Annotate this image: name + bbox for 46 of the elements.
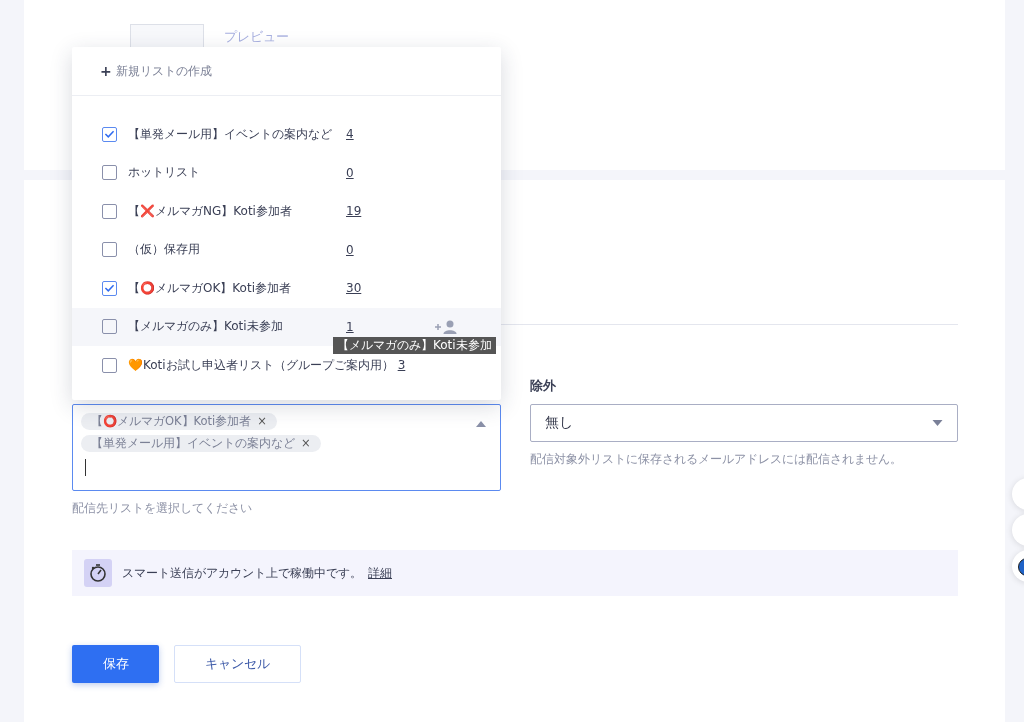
create-list-button[interactable]: + 新規リストの作成 <box>72 47 501 96</box>
list-option[interactable]: ホットリスト 0 <box>72 153 501 192</box>
add-person-icon[interactable] <box>434 318 458 335</box>
caret-down-icon <box>932 420 943 426</box>
details-link[interactable]: 詳細 <box>368 564 392 582</box>
help-text: 配信先リストを選択してください <box>72 501 253 516</box>
cancel-button[interactable]: キャンセル <box>174 645 301 683</box>
remove-tag-button[interactable]: × <box>257 414 267 429</box>
list-name: 【メルマガのみ】Koti未参加 <box>128 318 284 336</box>
list-name: 【単発メール用】イベントの案内など <box>128 125 333 143</box>
list-option[interactable]: （仮）保存用 0 <box>72 230 501 269</box>
list-option[interactable]: 【❌メルマガNG】Koti参加者 19 <box>72 192 501 231</box>
list-select-field[interactable]: 【⭕メルマガOK】Koti参加者 × 【単発メール用】イベントの案内など × <box>72 404 501 491</box>
count-link[interactable]: 30 <box>346 281 362 296</box>
list-option[interactable]: 【⭕メルマガOK】Koti参加者 30 <box>72 269 501 308</box>
list-option[interactable]: 【単発メール用】イベントの案内など 4 <box>72 115 501 154</box>
checkbox[interactable] <box>102 165 117 181</box>
count-link[interactable]: 19 <box>346 204 362 219</box>
save-button[interactable]: 保存 <box>72 645 159 683</box>
checkbox[interactable] <box>102 242 117 258</box>
count-link[interactable]: 3 <box>397 358 406 373</box>
tag-label: 【単発メール用】イベントの案内など <box>91 436 295 451</box>
list-name: ホットリスト <box>128 164 201 182</box>
remove-tag-button[interactable]: × <box>301 436 311 451</box>
help-text: 配信対象外リストに保存されるメールアドレスには配信されません。 <box>530 452 903 467</box>
checkbox[interactable] <box>102 280 117 296</box>
checkbox[interactable] <box>102 357 117 373</box>
info-text: スマート送信がアカウント上で稼働中です。 <box>122 564 362 582</box>
list-name: 【❌メルマガNG】Koti参加者 <box>128 202 293 220</box>
count-link[interactable]: 4 <box>346 127 354 142</box>
caret-up-icon <box>476 421 486 427</box>
tooltip: 【メルマガのみ】Koti未参加 <box>333 337 496 354</box>
count-link[interactable]: 0 <box>346 165 354 180</box>
checkbox[interactable] <box>102 319 117 335</box>
checkbox[interactable] <box>102 126 117 142</box>
checkbox[interactable] <box>102 203 117 219</box>
stopwatch-icon <box>84 559 112 587</box>
count-link[interactable]: 1 <box>346 319 354 334</box>
count-link[interactable]: 0 <box>346 242 354 257</box>
field-label: 除外 <box>530 377 557 395</box>
list-name: 【⭕メルマガOK】Koti参加者 <box>128 279 292 297</box>
list-name: 🧡Kotiお試し申込者リスト（グループご案内用） <box>128 356 394 374</box>
exclude-select[interactable]: 無し <box>530 404 958 442</box>
text-cursor <box>85 459 86 476</box>
list-name: （仮）保存用 <box>128 241 201 259</box>
tag-label: 【⭕メルマガOK】Koti参加者 <box>91 414 252 429</box>
